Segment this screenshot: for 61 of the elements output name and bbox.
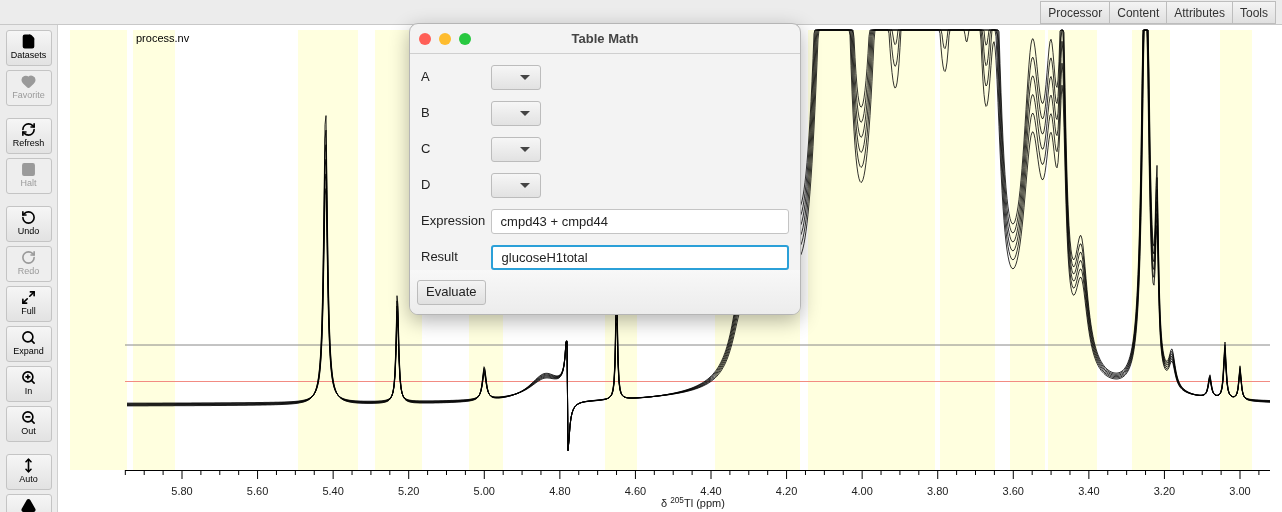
- toolbar-button[interactable]: Full: [5, 286, 52, 322]
- field-label: C: [421, 140, 432, 159]
- caret-icon: [520, 74, 530, 80]
- tab[interactable]: Attributes: [1166, 1, 1233, 24]
- axis-tick-label: 4.20: [775, 485, 798, 497]
- dropdown[interactable]: [491, 136, 541, 162]
- axis-tick-label: 3.60: [1002, 485, 1024, 497]
- evaluate-button[interactable]: Evaluate: [417, 279, 486, 305]
- toolbar-button[interactable]: In: [5, 366, 52, 402]
- field-label: Expression: [421, 212, 487, 231]
- zoom-button[interactable]: [459, 32, 471, 45]
- redo-icon: [21, 250, 36, 265]
- expand-arrows-icon: [21, 290, 36, 305]
- axis-tick-label: 3.80: [927, 485, 949, 497]
- field-label: B: [421, 104, 431, 123]
- tab[interactable]: Processor: [1040, 1, 1111, 24]
- file-icon: [21, 34, 36, 49]
- axis-label: δ $^{205}$Tl (ppm): [661, 495, 725, 511]
- dropdown[interactable]: [491, 64, 541, 90]
- axis-tick-label: 5.20: [398, 485, 420, 497]
- toolbar-button[interactable]: Datasets: [5, 30, 52, 66]
- caret-icon: [520, 182, 530, 188]
- caret-icon: [520, 146, 530, 152]
- axis-tick-label: 4.00: [851, 485, 873, 497]
- undo-icon: [21, 210, 36, 225]
- search-icon: [21, 330, 36, 345]
- zoom-out-icon: [21, 410, 36, 425]
- heart-icon: [21, 74, 36, 89]
- field-label: A: [421, 68, 431, 87]
- axis-tick-label: 3.20: [1153, 485, 1176, 497]
- dropdown[interactable]: [491, 172, 541, 198]
- zoom-in-icon: [21, 370, 36, 385]
- axis-tick-label: 5.00: [473, 485, 495, 497]
- tab[interactable]: Content: [1109, 1, 1168, 24]
- axis-tick-label: 5.80: [171, 485, 193, 497]
- toolbar-button[interactable]: Expand: [5, 326, 52, 362]
- dropdown[interactable]: [491, 100, 541, 126]
- axis-tick-label: 4.80: [549, 485, 571, 497]
- caret-icon: [520, 110, 530, 116]
- axis-tick-label: 4.60: [624, 485, 647, 497]
- text-field[interactable]: cmpd43 + cmpd44: [490, 208, 789, 234]
- square-icon: [21, 162, 36, 177]
- axis-tick-label: 5.40: [322, 485, 344, 497]
- axis-tick-label: 5.60: [246, 485, 269, 497]
- axis-tick-label: 3.00: [1229, 485, 1251, 497]
- field-label: Result: [421, 248, 459, 267]
- tab[interactable]: Tools: [1232, 1, 1276, 24]
- triangle-icon: [21, 498, 36, 512]
- toolbar-button[interactable]: Out: [5, 406, 52, 442]
- refresh-icon: [21, 122, 36, 137]
- text-field[interactable]: glucoseH1total: [490, 244, 789, 270]
- field-label: D: [421, 176, 432, 195]
- toolbar-button[interactable]: Refresh: [5, 118, 52, 154]
- axis-tick-label: 4.40: [700, 485, 722, 497]
- close-button[interactable]: [419, 32, 431, 45]
- toolbar-button[interactable]: Undo: [5, 206, 52, 242]
- axis-tick-label: 3.40: [1078, 485, 1100, 497]
- toolbar-button[interactable]: Auto: [5, 454, 52, 490]
- minimize-button[interactable]: [439, 32, 451, 45]
- dialog-title: Table Math: [570, 29, 640, 48]
- dataset-name: process.nv: [136, 32, 190, 44]
